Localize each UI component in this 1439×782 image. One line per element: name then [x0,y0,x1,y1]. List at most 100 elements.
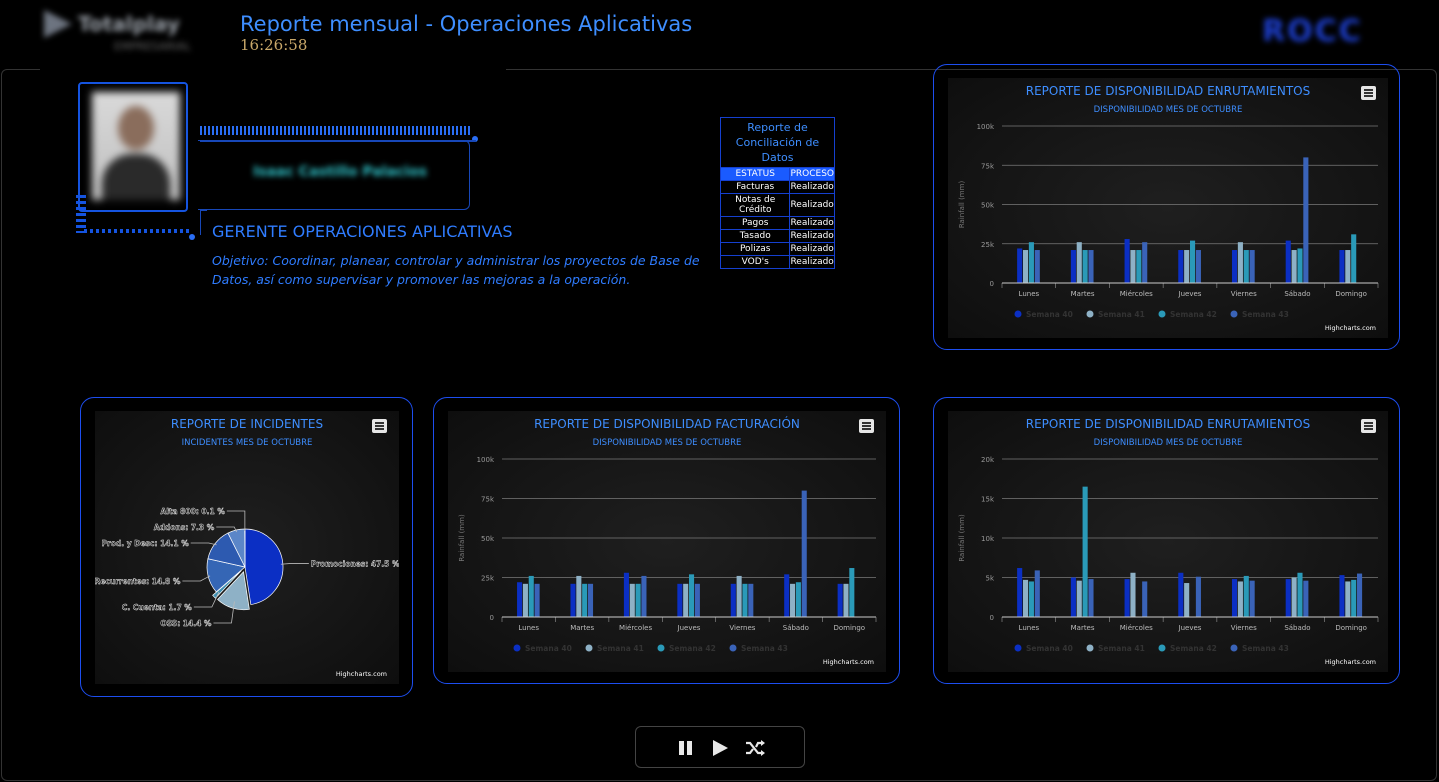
bar [1339,250,1345,283]
table-header-row: ESTATUS PROCESO [719,167,835,181]
chart-subtitle: DISPONIBILIDAD MES DE OCTUBRE [1093,105,1243,115]
x-tick-label: Sábado [1284,624,1310,632]
bar [1034,250,1040,283]
bar [1237,581,1243,617]
x-tick-label: Lunes [1019,290,1040,298]
bar [784,574,790,617]
legend-label: Semana 43 [1242,644,1289,653]
hamburger-icon[interactable] [1361,419,1376,433]
chart-facturacion: 0 25k 50k 75k 100k Rainfall (mm) Lunes Martes Mi… [448,411,886,672]
right-logo: ROCC [1262,14,1363,49]
hamburger-icon[interactable] [372,419,387,433]
y-tick-label: 75k [481,496,495,504]
bar [1297,572,1303,617]
bar [1022,579,1029,617]
legend-marker [1230,644,1238,652]
bar [730,583,736,617]
hamburger-icon[interactable] [859,419,874,433]
table-row: VOD's Realizado [719,255,835,269]
pie-slice [244,528,284,605]
bar [1017,568,1023,617]
chart-credit[interactable]: Highcharts.com [1325,324,1376,332]
bar [1028,242,1034,283]
legend-label: Semana 42 [1170,644,1217,653]
profile-photo [92,92,180,200]
legend-label: Semana 42 [669,644,716,653]
conciliacion-caption: Reporte de Conciliación de Datos [720,117,835,167]
decor-connector [200,210,207,235]
x-tick-label: Viernes [729,624,755,632]
x-tick-label: Sábado [1284,290,1310,298]
chart-credit[interactable]: Highcharts.com [823,658,874,666]
table-row: Polizas Realizado [719,242,835,256]
profile-objective: Objetivo: Coordinar, planear, controlar … [212,253,700,287]
play-button[interactable] [708,736,732,760]
y-tick-label: 100k [977,123,995,131]
bar [849,568,855,617]
chart-title: REPORTE DE INCIDENTES [170,417,324,431]
pie-connector [190,542,217,546]
chart-credit[interactable]: Highcharts.com [336,670,387,678]
row-proceso: Realizado [789,216,835,230]
bar [1178,250,1184,283]
playback-controls [635,726,805,768]
pause-button[interactable] [674,736,698,760]
chart-enrutamientos-bottom: 0 5k 10k 15k 20k Rainfall (mm) Lunes Martes Miér… [948,411,1388,672]
chart-enrutamientos-top: 0 25k 50k 75k 100k Rainfall (mm) Lunes Martes Mi… [948,78,1388,338]
chart-title: REPORTE DE DISPONIBILIDAD FACTURACIÓN [534,417,800,431]
x-tick-label: Domingo [1335,290,1367,298]
shuffle-button[interactable] [743,736,767,760]
chart-credit[interactable]: Highcharts.com [1325,658,1376,666]
bar [1082,250,1088,283]
chart-subtitle: DISPONIBILIDAD MES DE OCTUBRE [1093,438,1243,448]
bar [1249,250,1255,283]
legend-label: Semana 41 [1098,310,1145,319]
conciliacion-table: Reporte de Conciliación de Datos ESTATUS… [719,117,835,269]
legend-label: Semana 40 [525,644,572,653]
bar [1070,250,1076,283]
legend-marker [1014,644,1022,652]
x-tick-label: Miércoles [619,624,652,632]
y-tick-label: 50k [981,202,995,210]
legend-marker [1158,310,1166,318]
x-tick-label: Lunes [1019,624,1040,632]
hamburger-icon[interactable] [1361,86,1376,100]
x-tick-label: Jueves [677,624,701,632]
bar [570,583,576,617]
y-axis-label: Rainfall (mm) [958,514,966,562]
x-tick-label: Viernes [1231,624,1257,632]
bar [1303,580,1309,617]
legend-marker [1014,310,1022,318]
bar [587,583,594,617]
x-tick-label: Domingo [1335,624,1367,632]
bar [528,575,534,617]
bar [689,574,695,617]
bar [1243,250,1249,283]
legend-label: Semana 41 [597,644,644,653]
pie-label: Prod. y Desc: 14.1 % [102,539,190,548]
bar [1076,580,1082,617]
bar [1088,579,1094,617]
chart-svg: Promociones: 47.5 % OSS: 14.4 % C. Cuenta:… [95,507,399,628]
bar [1142,242,1148,283]
pie-label: Recurrentes: 14.8 % [95,577,181,586]
decor-dot [189,234,195,240]
y-tick-label: 75k [981,162,995,170]
bar [1351,579,1357,617]
decor-dots [76,195,86,233]
legend-marker [1230,310,1238,318]
x-tick-label: Martes [570,624,594,632]
legend-marker [729,644,737,652]
pause-icon [679,741,692,755]
y-tick-label: 20k [981,456,995,464]
legend-label: Semana 43 [1242,310,1289,319]
bar [1124,239,1130,283]
y-tick-label: 25k [981,241,995,249]
bar [1339,575,1345,617]
bar [1190,240,1196,283]
clock: 16:26:58 [240,36,308,54]
row-proceso: Realizado [789,255,835,269]
bar [582,583,588,617]
profile-name: Isaac Castillo Palacios [253,164,427,180]
company-logo: Totalplay EMPRESARIAL [40,6,210,56]
